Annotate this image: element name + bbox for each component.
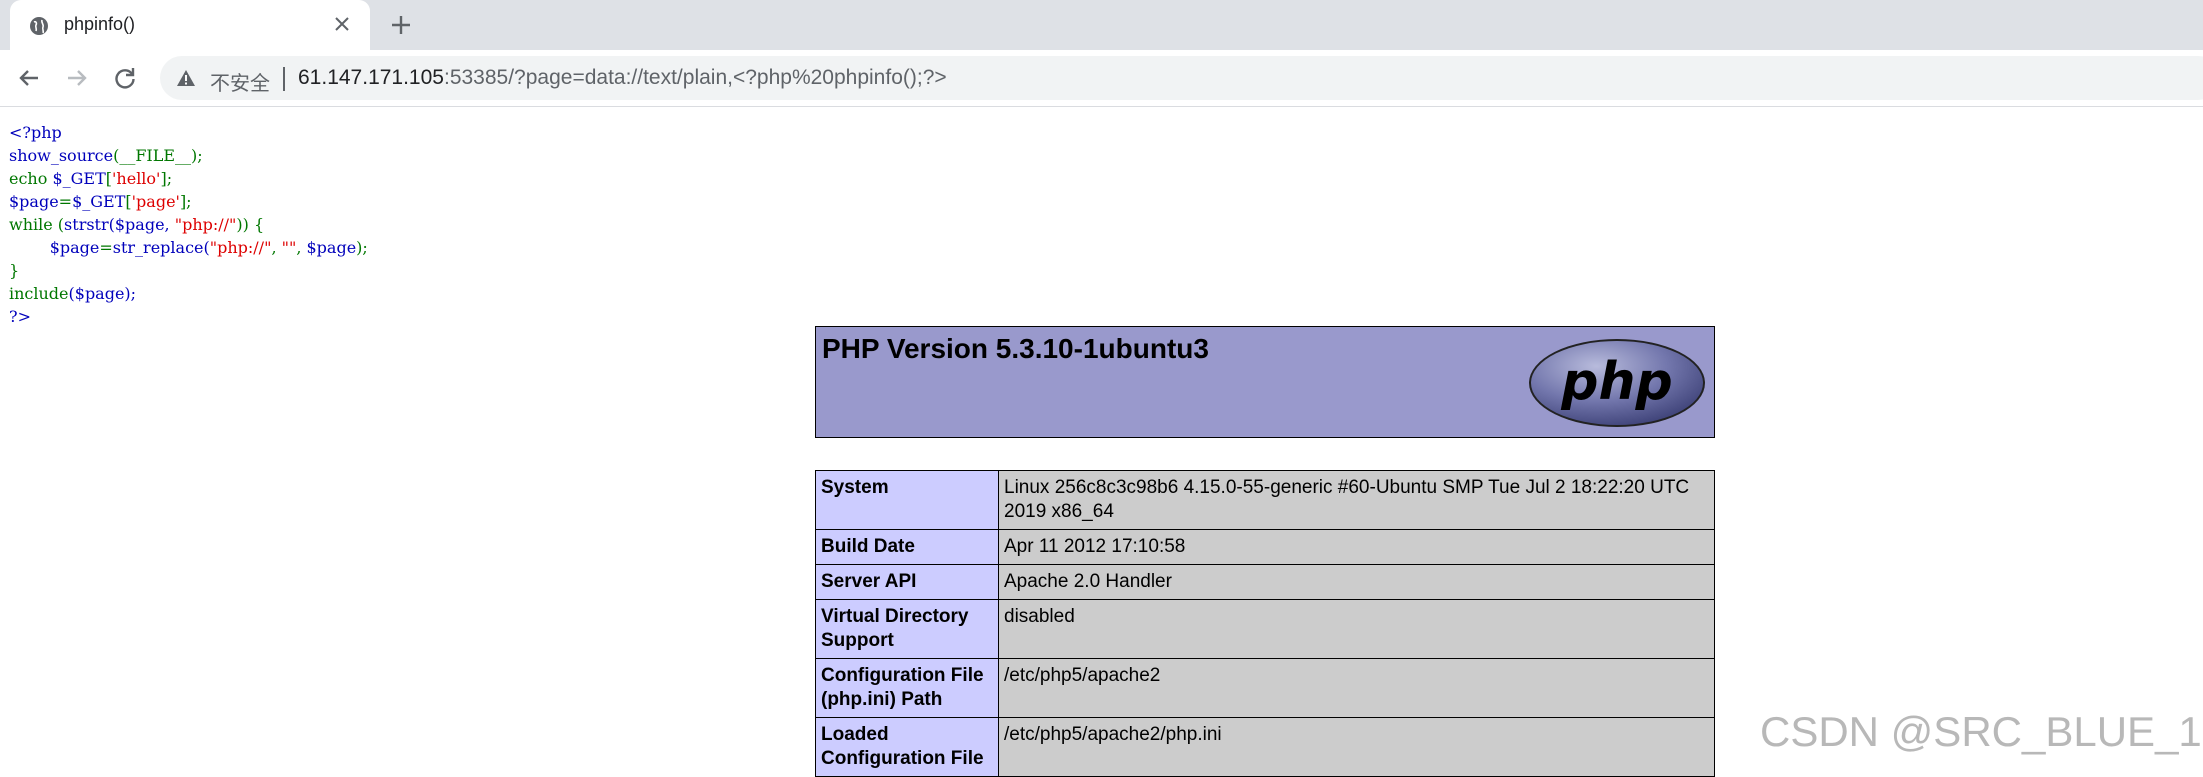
tab-strip: phpinfo(): [0, 0, 2203, 50]
php-source-code: <?php show_source(__FILE__); echo $_GET[…: [9, 121, 368, 328]
php-logo-text: php: [1560, 352, 1672, 412]
new-tab-icon[interactable]: [388, 12, 414, 38]
phpinfo-row: Virtual Directory Support disabled: [815, 599, 1715, 659]
browser-toolbar: 不安全 61.147.171.105:53385/?page=data://te…: [0, 50, 2203, 107]
browser-tab[interactable]: phpinfo(): [10, 0, 370, 50]
phpinfo-key: Configuration File (php.ini) Path: [815, 658, 999, 718]
code-token: 'page': [131, 192, 180, 211]
code-token: $_GET: [52, 169, 106, 188]
code-token: =: [99, 238, 113, 257]
code-token: (__FILE__);: [113, 146, 203, 165]
phpinfo-key: Virtual Directory Support: [815, 599, 999, 659]
url-text[interactable]: 61.147.171.105:53385/?page=data://text/p…: [298, 66, 947, 90]
phpinfo-value: /etc/php5/apache2/php.ini: [998, 717, 1715, 777]
code-line: <?php: [9, 123, 62, 142]
code-token: include: [9, 284, 69, 303]
phpinfo-value: Apache 2.0 Handler: [998, 564, 1715, 600]
not-secure-label[interactable]: 不安全: [210, 67, 270, 96]
php-version-title: PHP Version 5.3.10-1ubuntu3: [822, 333, 1209, 364]
phpinfo-panel: PHP Version 5.3.10-1ubuntu3 php System Li…: [815, 326, 1715, 777]
forward-icon[interactable]: [62, 63, 92, 93]
url-host: 61.147.171.105: [298, 66, 444, 89]
watermark: CSDN @SRC_BLUE_17: [1760, 708, 2203, 755]
phpinfo-key: Loaded Configuration File: [815, 717, 999, 777]
code-token: 'hello': [112, 169, 161, 188]
phpinfo-value: /etc/php5/apache2: [998, 658, 1715, 718]
code-token: strstr($page,: [64, 215, 175, 234]
code-token: ,: [296, 238, 307, 257]
code-token: while: [9, 215, 58, 234]
phpinfo-row: Build Date Apr 11 2012 17:10:58: [815, 529, 1715, 565]
code-token: "php://": [174, 215, 237, 234]
code-token: $_GET: [72, 192, 126, 211]
code-token: echo: [9, 169, 53, 188]
code-token: $page: [49, 238, 100, 257]
phpinfo-row: Server API Apache 2.0 Handler: [815, 564, 1715, 600]
phpinfo-header: PHP Version 5.3.10-1ubuntu3 php: [815, 326, 1715, 438]
address-bar[interactable]: 不安全 61.147.171.105:53385/?page=data://te…: [160, 56, 2203, 100]
code-token: $page: [9, 192, 59, 211]
code-token: "": [281, 238, 297, 257]
back-icon[interactable]: [14, 63, 44, 93]
warning-icon[interactable]: [176, 68, 196, 88]
phpinfo-table: System Linux 256c8c3c98b6 4.15.0-55-gener…: [815, 470, 1715, 777]
reload-icon[interactable]: [110, 63, 140, 93]
phpinfo-value: Apr 11 2012 17:10:58: [998, 529, 1715, 565]
close-tab-icon[interactable]: [332, 14, 352, 34]
code-token: =: [58, 192, 73, 211]
code-token: $page: [306, 238, 357, 257]
phpinfo-row: Loaded Configuration File/etc/php5/apach…: [815, 717, 1715, 777]
code-token: show_source: [9, 146, 114, 165]
code-token: );: [356, 238, 368, 257]
code-token: str_replace(: [112, 238, 210, 257]
code-line: ?>: [9, 307, 31, 326]
tab-title: phpinfo(): [64, 14, 136, 34]
url-rest: :53385/?page=data://text/plain,<?php%20p…: [443, 66, 947, 89]
code-token: "php://": [209, 238, 272, 257]
code-token: ];: [179, 192, 192, 211]
address-separator: [283, 67, 285, 91]
code-token: )) {: [236, 215, 265, 234]
php-logo[interactable]: php: [1526, 335, 1708, 431]
phpinfo-key: Server API: [815, 564, 999, 600]
phpinfo-row: Configuration File (php.ini) Path/etc/ph…: [815, 658, 1715, 718]
code-token: ,: [271, 238, 282, 257]
phpinfo-key: Build Date: [815, 529, 999, 565]
code-token: ($page);: [68, 284, 137, 303]
phpinfo-value: disabled: [998, 599, 1715, 659]
phpinfo-value: Linux 256c8c3c98b6 4.15.0-55-generic #60…: [998, 470, 1715, 530]
phpinfo-row: System Linux 256c8c3c98b6 4.15.0-55-gener…: [815, 470, 1715, 530]
phpinfo-key: System: [815, 470, 999, 530]
code-token: ];: [160, 169, 173, 188]
globe-icon: [30, 17, 48, 35]
code-line: }: [9, 261, 20, 280]
